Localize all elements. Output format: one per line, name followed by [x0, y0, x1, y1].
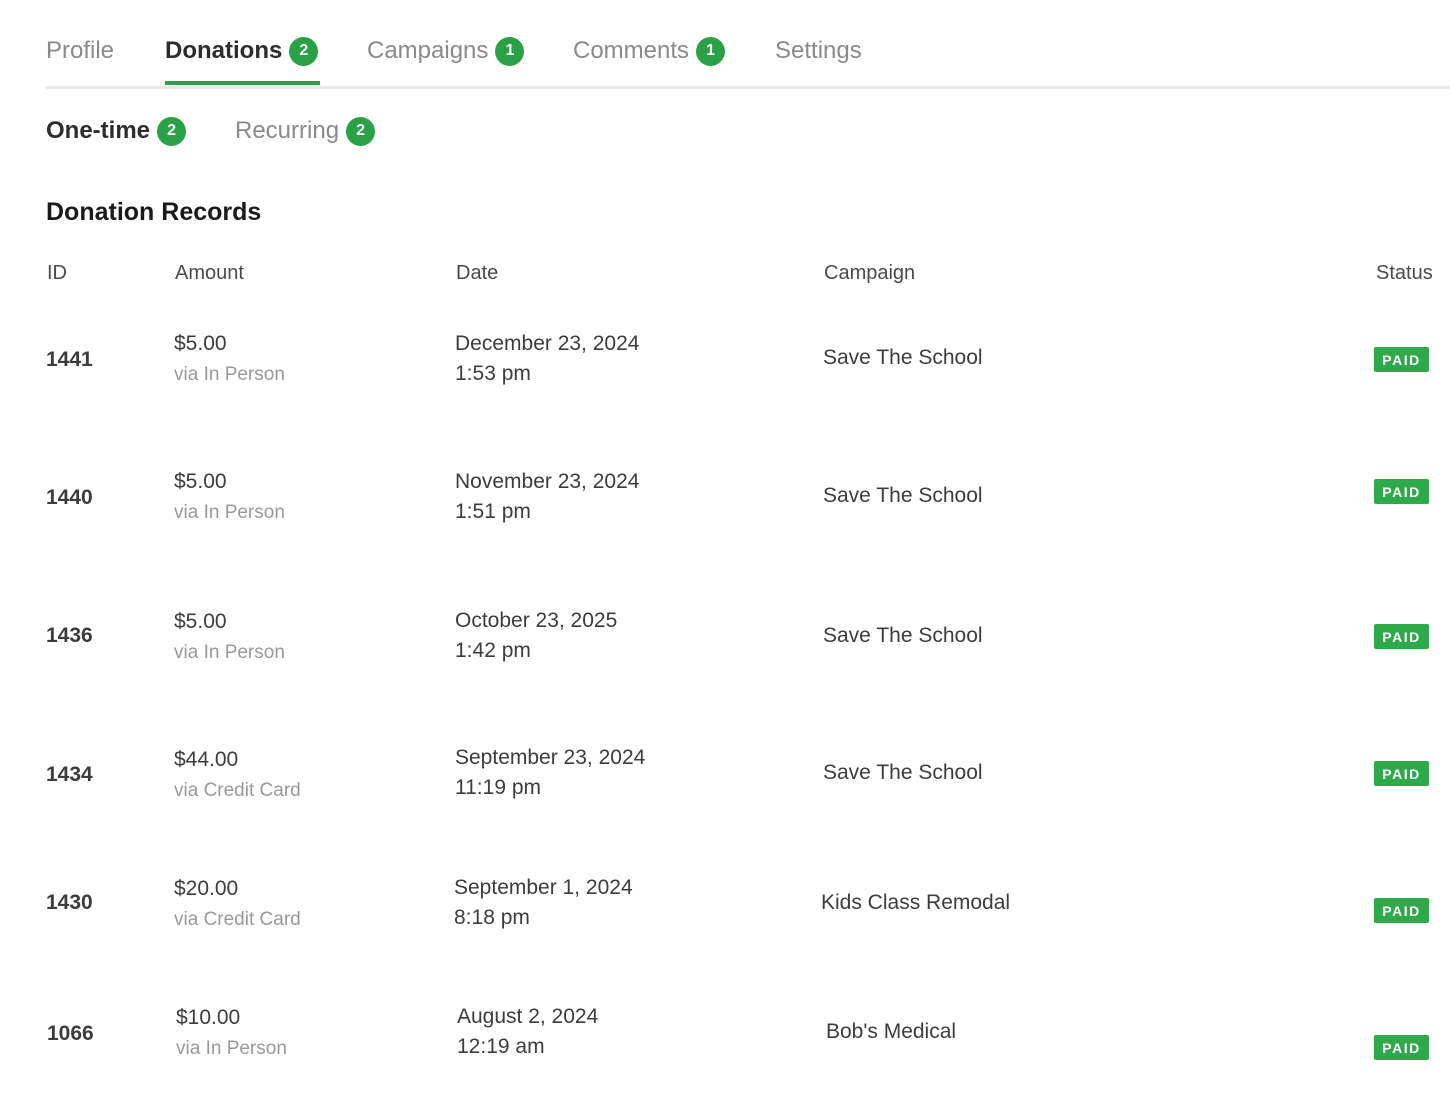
column-header-date: Date	[456, 262, 499, 284]
campaign-name[interactable]: Save The School	[823, 761, 983, 785]
donation-id[interactable]: 1436	[46, 624, 93, 648]
tab-donations-count-badge: 2	[289, 36, 319, 66]
column-header-status: Status	[1376, 262, 1433, 284]
date-cell: December 23, 2024 1:53 pm	[455, 329, 639, 389]
tab-campaigns[interactable]: Campaigns 1	[367, 36, 525, 66]
campaign-name[interactable]: Bob's Medical	[826, 1020, 956, 1044]
donation-date: December 23, 2024	[455, 332, 640, 355]
donation-amount: $20.00	[174, 877, 239, 900]
donation-time: 8:18 pm	[454, 906, 530, 929]
payment-method: via Credit Card	[174, 780, 301, 801]
main-tabs: Profile Donations 2 Campaigns 1 Comments…	[46, 0, 1450, 89]
tab-comments[interactable]: Comments 1	[573, 36, 726, 66]
payment-method: via Credit Card	[174, 909, 301, 930]
amount-cell: $10.00 via In Person	[176, 1006, 287, 1060]
donation-date: September 1, 2024	[454, 876, 633, 899]
donation-date: September 23, 2024	[455, 746, 646, 769]
donation-amount: $10.00	[176, 1006, 241, 1029]
tab-settings-label: Settings	[775, 37, 862, 64]
payment-method: via In Person	[176, 1038, 287, 1059]
date-cell: October 23, 2025 1:42 pm	[455, 606, 617, 666]
tab-comments-count-badge: 1	[696, 36, 726, 66]
donation-id[interactable]: 1440	[46, 486, 93, 510]
status-badge: PAID	[1374, 761, 1429, 786]
donation-id[interactable]: 1430	[46, 891, 93, 915]
payment-method: via In Person	[174, 502, 285, 523]
active-tab-indicator	[165, 81, 320, 85]
donation-time: 11:19 pm	[455, 776, 541, 799]
campaign-name[interactable]: Save The School	[823, 346, 983, 370]
amount-cell: $44.00 via Credit Card	[174, 748, 301, 802]
subtab-one-time[interactable]: One-time 2	[46, 116, 187, 146]
tab-campaigns-count-badge: 1	[495, 36, 525, 66]
donation-amount: $5.00	[174, 470, 227, 493]
donation-time: 1:42 pm	[455, 639, 531, 662]
subtab-one-time-count-badge: 2	[157, 116, 187, 146]
subtab-recurring-label: Recurring	[235, 117, 340, 144]
subtab-one-time-label: One-time	[46, 117, 151, 144]
donation-date: August 2, 2024	[457, 1005, 599, 1028]
campaign-name[interactable]: Save The School	[823, 484, 983, 508]
donation-amount: $5.00	[174, 610, 227, 633]
amount-cell: $5.00 via In Person	[174, 470, 285, 524]
tab-campaigns-label: Campaigns	[367, 37, 489, 64]
amount-cell: $5.00 via In Person	[174, 332, 285, 386]
donation-date: November 23, 2024	[455, 470, 640, 493]
campaign-name[interactable]: Kids Class Remodal	[821, 891, 1010, 915]
column-header-id: ID	[47, 262, 67, 284]
tab-comments-label: Comments	[573, 37, 690, 64]
column-header-campaign: Campaign	[824, 262, 916, 284]
status-badge: PAID	[1374, 1035, 1429, 1060]
date-cell: August 2, 2024 12:19 am	[457, 1002, 598, 1062]
date-cell: September 1, 2024 8:18 pm	[454, 873, 633, 933]
payment-method: via In Person	[174, 642, 285, 663]
subtab-recurring-count-badge: 2	[346, 116, 376, 146]
donation-id[interactable]: 1441	[46, 348, 93, 372]
status-badge: PAID	[1374, 624, 1429, 649]
date-cell: November 23, 2024 1:51 pm	[455, 467, 639, 527]
donation-id[interactable]: 1434	[46, 763, 93, 787]
amount-cell: $5.00 via In Person	[174, 610, 285, 664]
donation-time: 1:51 pm	[455, 500, 531, 523]
donation-time: 12:19 am	[457, 1035, 545, 1058]
tab-profile-label: Profile	[46, 37, 115, 64]
amount-cell: $20.00 via Credit Card	[174, 877, 301, 931]
donation-amount: $5.00	[174, 332, 227, 355]
tab-donations-label: Donations	[165, 37, 283, 64]
donation-date: October 23, 2025	[455, 609, 618, 632]
status-badge: PAID	[1374, 898, 1429, 923]
tab-profile[interactable]: Profile	[46, 36, 114, 66]
status-badge: PAID	[1374, 479, 1429, 504]
column-header-amount: Amount	[175, 262, 244, 284]
donation-time: 1:53 pm	[455, 362, 531, 385]
status-badge: PAID	[1374, 347, 1429, 372]
subtab-recurring[interactable]: Recurring 2	[235, 116, 376, 146]
campaign-name[interactable]: Save The School	[823, 624, 983, 648]
payment-method: via In Person	[174, 364, 285, 385]
donation-amount: $44.00	[174, 748, 239, 771]
tab-settings[interactable]: Settings	[775, 36, 862, 66]
date-cell: September 23, 2024 11:19 pm	[455, 743, 645, 803]
donation-id[interactable]: 1066	[47, 1022, 94, 1046]
tab-donations[interactable]: Donations 2	[165, 36, 319, 66]
section-title: Donation Records	[46, 198, 262, 226]
